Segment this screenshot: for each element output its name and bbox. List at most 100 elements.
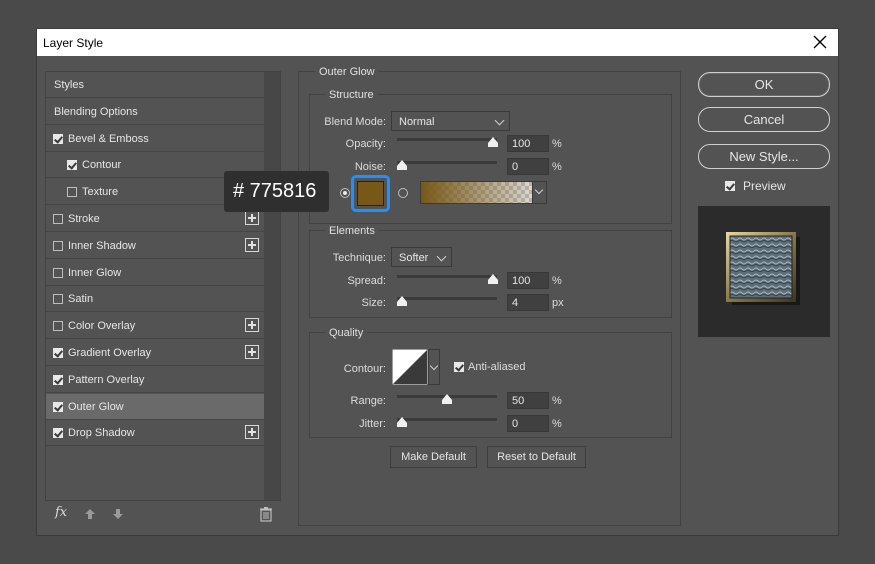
spread-input[interactable]: 100	[507, 272, 549, 289]
contour-preview-icon[interactable]	[391, 348, 429, 386]
opacity-thumb[interactable]	[488, 137, 498, 147]
window-title: Layer Style	[43, 36, 104, 50]
glow-color-swatch[interactable]	[357, 181, 384, 206]
structure-group: Structure Blend Mode: Normal Opacity: 10…	[309, 89, 672, 224]
style-item-label: Texture	[82, 186, 119, 199]
preview-label: Preview	[743, 179, 786, 193]
technique-dropdown[interactable]: Softer	[391, 247, 452, 267]
style-checkbox-inner-shadow[interactable]	[53, 240, 63, 251]
add-gradient-overlay-icon[interactable]	[245, 345, 259, 359]
spread-thumb[interactable]	[488, 274, 498, 284]
noise-input[interactable]: 0	[507, 158, 549, 175]
preview-checkbox[interactable]	[725, 181, 735, 191]
style-checkbox-gradient-overlay[interactable]	[53, 348, 63, 358]
add-drop-shadow-icon[interactable]	[245, 425, 259, 440]
style-item-color-overlay[interactable]: Color Overlay	[46, 313, 264, 340]
style-item-satin[interactable]: Satin	[46, 286, 264, 313]
style-checkbox-bevel-emboss[interactable]	[53, 133, 63, 144]
outer-glow-panel: Outer Glow Structure Blend Mode: Normal …	[298, 66, 681, 526]
size-label: Size:	[361, 297, 386, 309]
spread-value: 100	[512, 275, 531, 287]
size-unit: px	[552, 297, 564, 309]
title-bar: Layer Style	[37, 29, 838, 56]
reset-to-default-button[interactable]: Reset to Default	[487, 446, 586, 468]
size-thumb[interactable]	[397, 296, 407, 306]
style-checkbox-stroke[interactable]	[53, 214, 63, 224]
style-item-inner-glow[interactable]: Inner Glow	[46, 260, 264, 286]
styles-list-scrollbar[interactable]	[264, 72, 280, 500]
jitter-thumb[interactable]	[397, 417, 407, 427]
blend-mode-dropdown[interactable]: Normal	[391, 111, 510, 131]
style-item-styles[interactable]: Styles	[46, 72, 264, 98]
anti-aliased-checkbox[interactable]	[454, 362, 464, 372]
range-value: 50	[512, 395, 525, 407]
style-item-label: Inner Shadow	[68, 239, 136, 252]
style-item-label: Stroke	[68, 213, 100, 225]
style-checkbox-texture[interactable]	[67, 187, 77, 198]
jitter-input[interactable]: 0	[507, 415, 549, 432]
chevron-down-icon	[436, 251, 447, 262]
noise-value: 0	[512, 161, 519, 173]
noise-thumb[interactable]	[397, 160, 407, 170]
style-item-label: Blending Options	[54, 105, 138, 118]
opacity-track	[397, 138, 497, 141]
contour-picker[interactable]	[391, 348, 440, 386]
range-slider[interactable]	[397, 392, 497, 404]
spread-unit: %	[552, 275, 562, 287]
style-checkbox-contour[interactable]	[67, 160, 77, 171]
jitter-track	[397, 418, 497, 421]
gradient-dropdown[interactable]	[532, 182, 546, 203]
style-item-drop-shadow[interactable]: Drop Shadow	[46, 420, 264, 447]
solid-color-radio[interactable]	[340, 188, 350, 198]
style-checkbox-outer-glow[interactable]	[53, 401, 63, 412]
style-checkbox-color-overlay[interactable]	[53, 321, 63, 332]
range-thumb[interactable]	[442, 394, 452, 404]
style-item-label: Contour	[82, 159, 122, 172]
size-slider[interactable]	[397, 294, 497, 306]
move-up-icon[interactable]	[83, 507, 97, 521]
style-checkbox-inner-glow[interactable]	[53, 267, 63, 278]
style-item-gradient-overlay[interactable]: Gradient Overlay	[46, 340, 264, 366]
style-checkbox-drop-shadow[interactable]	[53, 428, 63, 439]
new-style-button[interactable]: New Style...	[698, 144, 830, 169]
outer-glow-title: Outer Glow	[315, 66, 379, 78]
style-item-label: Outer Glow	[68, 400, 124, 413]
add-color-overlay-icon[interactable]	[245, 318, 259, 333]
trash-icon[interactable]	[259, 506, 273, 522]
close-icon[interactable]	[810, 32, 830, 52]
size-track	[397, 297, 497, 300]
gradient-picker[interactable]	[420, 181, 547, 204]
style-checkbox-satin[interactable]	[53, 294, 63, 305]
noise-slider[interactable]	[397, 158, 497, 170]
range-input[interactable]: 50	[507, 392, 549, 409]
move-down-icon[interactable]	[111, 507, 125, 521]
jitter-slider[interactable]	[397, 415, 497, 427]
opacity-input[interactable]: 100	[507, 135, 549, 152]
size-value: 4	[512, 297, 519, 309]
technique-value: Softer	[399, 252, 429, 264]
jitter-value: 0	[512, 418, 519, 430]
cancel-button[interactable]: Cancel	[698, 107, 830, 132]
style-item-outer-glow[interactable]: Outer Glow	[46, 393, 264, 420]
style-item-label: Inner Glow	[68, 266, 122, 279]
fx-button[interactable]: fx	[55, 505, 67, 520]
size-input[interactable]: 4	[507, 294, 549, 311]
style-checkbox-pattern-overlay[interactable]	[53, 374, 63, 385]
contour-dropdown[interactable]	[428, 349, 440, 385]
gradient-radio[interactable]	[398, 188, 408, 198]
style-item-inner-shadow[interactable]: Inner Shadow	[46, 233, 264, 259]
opacity-slider[interactable]	[397, 135, 498, 147]
add-stroke-icon[interactable]	[245, 211, 259, 225]
add-inner-shadow-icon[interactable]	[245, 237, 259, 252]
spread-slider[interactable]	[397, 272, 498, 284]
style-item-pattern-overlay[interactable]: Pattern Overlay	[46, 367, 264, 393]
chevron-down-icon	[429, 361, 439, 371]
quality-title: Quality	[325, 327, 368, 339]
make-default-button[interactable]: Make Default	[390, 446, 477, 468]
ok-button[interactable]: OK	[698, 72, 830, 97]
style-item-blending-options[interactable]: Blending Options	[46, 99, 264, 125]
style-item-bevel-emboss[interactable]: Bevel & Emboss	[46, 126, 264, 152]
color-swatch-highlight	[351, 175, 390, 212]
blend-mode-value: Normal	[399, 116, 435, 128]
spread-label: Spread:	[347, 275, 386, 287]
